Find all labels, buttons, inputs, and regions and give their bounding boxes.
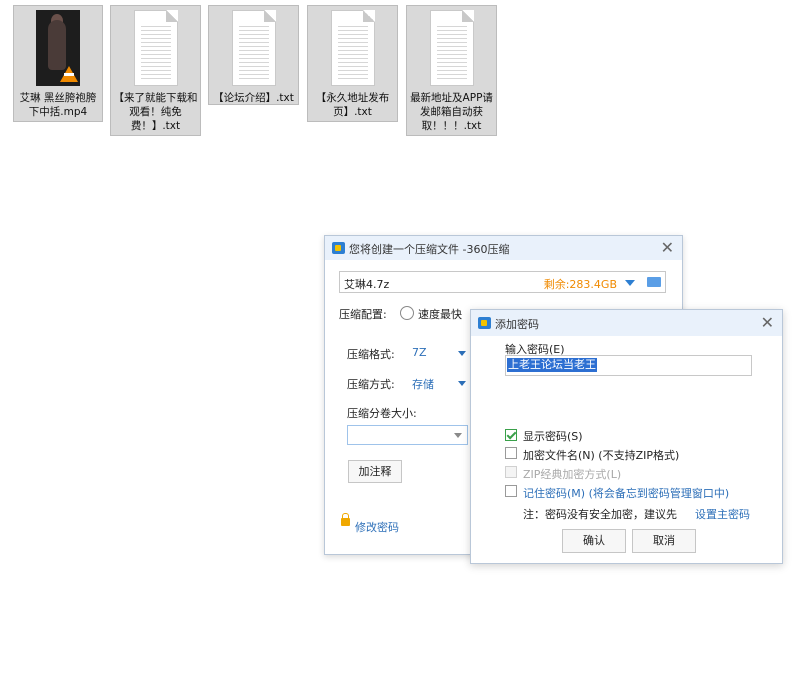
desktop-file-txt[interactable]: 【论坛介绍】.txt <box>208 5 299 105</box>
change-password-link[interactable]: 修改密码 <box>355 519 399 535</box>
show-password-label[interactable]: 显示密码(S) <box>523 428 583 444</box>
volume-label: 压缩分卷大小: <box>347 407 417 420</box>
desktop-file-txt[interactable]: 【永久地址发布页】.txt <box>307 5 398 122</box>
remember-password-label[interactable]: 记住密码(M) (将会备忘到密码管理窗口中) <box>523 485 729 501</box>
text-file-icon <box>231 10 276 86</box>
encrypt-filenames-checkbox[interactable] <box>505 447 517 459</box>
ok-button[interactable]: 确认 <box>562 529 626 553</box>
chevron-down-icon[interactable] <box>458 351 466 356</box>
ok-label: 确认 <box>583 534 605 547</box>
thumbnail-figure <box>48 20 66 70</box>
close-icon[interactable]: ✕ <box>661 240 674 256</box>
text-file-icon <box>133 10 178 86</box>
text-file-icon <box>429 10 474 86</box>
file-name: 【永久地址发布页】.txt <box>315 92 390 118</box>
encrypt-filenames-label[interactable]: 加密文件名(N) (不支持ZIP格式) <box>523 447 679 463</box>
radio-fastest-label[interactable]: 速度最快 <box>418 306 462 322</box>
archive-app-icon <box>478 317 491 329</box>
desktop-file-txt[interactable]: 最新地址及APP请发邮箱自动获取！！！.txt <box>406 5 497 136</box>
remember-password-checkbox[interactable] <box>505 485 517 497</box>
add-comment-label: 加注释 <box>358 465 392 478</box>
file-name: 【来了就能下载和观看！纯免费！】.txt <box>113 92 198 132</box>
dialog-titlebar[interactable]: 您将创建一个压缩文件 -360压缩 ✕ <box>325 236 682 260</box>
volume-size-select[interactable] <box>347 425 468 445</box>
show-password-checkbox[interactable] <box>505 429 517 441</box>
config-label: 压缩配置: <box>339 308 387 321</box>
security-note: 注：密码没有安全加密，建议先 <box>523 508 677 521</box>
archive-app-icon <box>332 242 345 254</box>
vlc-cone-band <box>64 73 74 76</box>
zip-classic-label[interactable]: ZIP经典加密方式(L) <box>523 466 621 482</box>
free-space-label: 剩余:283.4GB <box>543 278 617 291</box>
lock-icon <box>341 513 350 526</box>
radio-fastest[interactable] <box>400 306 414 320</box>
archive-filename[interactable]: 艾琳4.7z <box>344 276 389 292</box>
file-name: 艾琳 黑丝胯袍胯下中括.mp4 <box>19 92 97 118</box>
archive-path-field[interactable]: 艾琳4.7z 剩余:283.4GB <box>339 271 666 293</box>
chevron-down-icon[interactable] <box>458 381 466 386</box>
set-master-password-link[interactable]: 设置主密码 <box>695 506 750 522</box>
dialog-title: 添加密码 <box>495 318 539 331</box>
desktop-file-video[interactable]: 艾琳 黑丝胯袍胯下中括.mp4 <box>13 5 103 122</box>
text-file-icon <box>330 10 375 86</box>
video-thumbnail <box>36 10 80 86</box>
format-label: 压缩格式: <box>347 348 395 361</box>
chevron-down-icon[interactable] <box>625 280 635 286</box>
close-icon[interactable]: ✕ <box>761 315 774 331</box>
zip-classic-checkbox[interactable] <box>505 466 517 478</box>
method-label: 压缩方式: <box>347 378 395 391</box>
file-name: 【论坛介绍】.txt <box>213 92 294 104</box>
dialog-titlebar[interactable]: 添加密码 ✕ <box>471 310 782 336</box>
chevron-down-icon[interactable] <box>454 433 462 438</box>
password-input[interactable]: 上老王论坛当老王 <box>505 355 752 376</box>
cancel-label: 取消 <box>653 534 675 547</box>
desktop-file-txt[interactable]: 【来了就能下载和观看！纯免费！】.txt <box>110 5 201 136</box>
folder-icon[interactable] <box>647 277 661 287</box>
method-select-value[interactable]: 存储 <box>412 376 434 392</box>
password-value[interactable]: 上老王论坛当老王 <box>507 358 597 372</box>
format-select-value[interactable]: 7Z <box>412 346 427 359</box>
dialog-title: 您将创建一个压缩文件 -360压缩 <box>349 243 510 256</box>
add-comment-button[interactable]: 加注释 <box>348 460 402 483</box>
cancel-button[interactable]: 取消 <box>632 529 696 553</box>
file-name: 最新地址及APP请发邮箱自动获取！！！.txt <box>410 92 493 132</box>
add-password-dialog: 添加密码 ✕ 输入密码(E) 上老王论坛当老王 显示密码(S) 加密文件名(N)… <box>470 309 783 564</box>
